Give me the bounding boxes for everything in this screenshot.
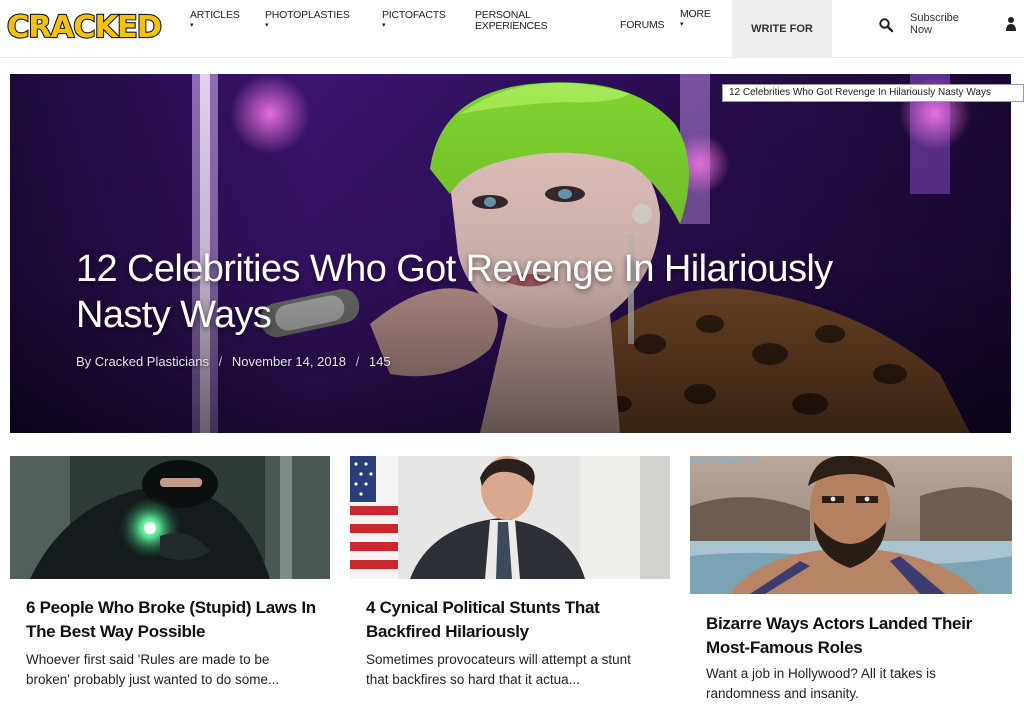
card-image-politician bbox=[350, 456, 670, 579]
article-card[interactable]: 6 People Who Broke (Stupid) Laws In The … bbox=[10, 456, 330, 707]
card-title[interactable]: 6 People Who Broke (Stupid) Laws In The … bbox=[26, 596, 316, 644]
nav-forums-label: FORUMS bbox=[620, 19, 665, 31]
meta-separator: / bbox=[355, 354, 360, 369]
subscribe-link[interactable]: Subscribe Now bbox=[910, 12, 980, 36]
site-header: CRACKED ARTICLES ▾ PHOTOPLASTIES ▾ PICTO… bbox=[0, 0, 1024, 58]
meta-separator: / bbox=[218, 354, 223, 369]
article-card[interactable]: 4 Cynical Political Stunts That Backfire… bbox=[350, 456, 670, 707]
nav-articles[interactable]: ARTICLES ▾ bbox=[190, 10, 240, 30]
nav-articles-label: ARTICLES bbox=[190, 9, 240, 21]
article-card[interactable]: PICTOFACTS Bizarre Ways Actors Landed Th… bbox=[690, 456, 1012, 707]
nav-pictofacts-label: PICTOFACTS bbox=[382, 9, 446, 21]
hero-title[interactable]: 12 Celebrities Who Got Revenge In Hilari… bbox=[76, 246, 856, 338]
hero-date: November 14, 2018 bbox=[231, 354, 347, 369]
card-description: Whoever first said 'Rules are made to be… bbox=[26, 652, 280, 687]
logo-text: CRACKED bbox=[7, 10, 161, 45]
chevron-down-icon: ▾ bbox=[382, 22, 386, 29]
card-image-warrior bbox=[690, 456, 1012, 594]
nav-pictofacts[interactable]: PICTOFACTS ▾ bbox=[382, 10, 446, 30]
subscribe-label: Subscribe Now bbox=[910, 12, 959, 36]
hero-meta: By Cracked Plasticians / November 14, 20… bbox=[76, 354, 391, 369]
card-description: Sometimes provocateurs will attempt a st… bbox=[366, 652, 631, 687]
card-category-tag[interactable]: PICTOFACTS bbox=[690, 456, 756, 467]
nav-photoplasties-label: PHOTOPLASTIES bbox=[265, 9, 350, 21]
nav-forums[interactable]: FORUMS bbox=[620, 20, 664, 31]
card-description: Want a job in Hollywood? All it takes is… bbox=[706, 666, 936, 701]
nav-more-label: MORE bbox=[680, 8, 711, 20]
card-title[interactable]: 4 Cynical Political Stunts That Backfire… bbox=[366, 596, 656, 644]
title-tooltip: 12 Celebrities Who Got Revenge In Hilari… bbox=[722, 84, 1024, 102]
card-image-burglar bbox=[10, 456, 330, 579]
nav-personal-label: PERSONAL EXPERIENCES bbox=[475, 9, 548, 32]
write-for-button[interactable]: WRITE FOR bbox=[732, 0, 832, 58]
cracked-logo[interactable]: CRACKED bbox=[4, 4, 164, 46]
write-for-label: WRITE FOR bbox=[751, 23, 813, 35]
search-icon[interactable] bbox=[878, 17, 894, 33]
hero-comment-count[interactable]: 145 bbox=[369, 354, 391, 369]
user-icon[interactable] bbox=[1004, 16, 1018, 32]
nav-more[interactable]: MORE ▾ bbox=[680, 9, 711, 29]
nav-photoplasties[interactable]: PHOTOPLASTIES ▾ bbox=[265, 10, 350, 30]
nav-personal-experiences[interactable]: PERSONAL EXPERIENCES bbox=[475, 10, 565, 32]
chevron-down-icon: ▾ bbox=[265, 22, 269, 29]
card-title[interactable]: Bizarre Ways Actors Landed Their Most-Fa… bbox=[706, 612, 996, 660]
chevron-down-icon: ▾ bbox=[190, 22, 194, 29]
chevron-down-icon: ▾ bbox=[680, 21, 684, 28]
hero-article[interactable]: 12 Celebrities Who Got Revenge In Hilari… bbox=[10, 74, 1011, 433]
hero-author[interactable]: By Cracked Plasticians bbox=[76, 354, 209, 369]
